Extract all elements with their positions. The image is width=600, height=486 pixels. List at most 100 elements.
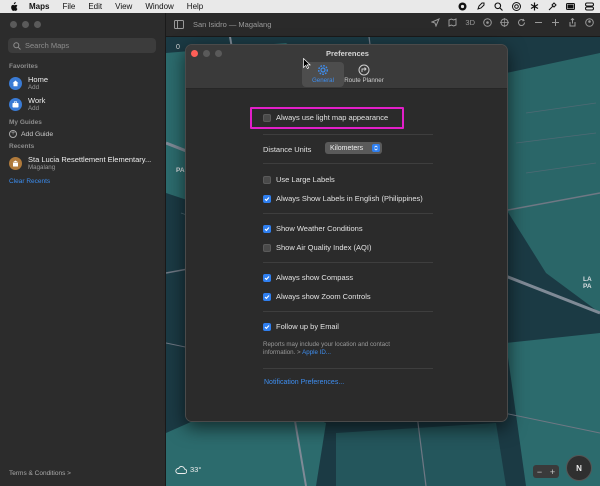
apple-menu-icon[interactable] <box>9 1 20 12</box>
look-around-icon[interactable] <box>483 18 492 27</box>
apple-id-link[interactable]: Apple ID... <box>302 349 331 356</box>
weather-checkbox[interactable] <box>263 224 271 233</box>
route-icon <box>358 64 370 76</box>
tracking-icon[interactable] <box>500 18 509 27</box>
zoom-checkbox[interactable] <box>263 292 271 301</box>
favorite-subtitle: Add <box>28 105 40 112</box>
menu-app-maps[interactable]: Maps <box>29 2 49 11</box>
lifebuoy-icon[interactable] <box>512 2 521 11</box>
compass-button[interactable]: N <box>566 455 592 481</box>
menu-bar: Maps File Edit View Window Help <box>0 0 600 13</box>
zoom-out-button[interactable]: − <box>537 467 542 477</box>
location-arrow-icon[interactable] <box>431 18 441 27</box>
divider <box>263 213 433 214</box>
chevron-updown-icon <box>372 144 380 152</box>
aqi-checkbox[interactable] <box>263 243 271 252</box>
menu-file[interactable]: File <box>62 2 75 11</box>
aqi-label: Show Air Quality Index (AQI) <box>276 243 372 252</box>
english-labels-checkbox[interactable] <box>263 194 271 203</box>
reload-icon[interactable] <box>517 18 526 27</box>
mouse-cursor-icon <box>303 58 311 69</box>
tab-route-planner-label: Route Planner <box>344 77 384 84</box>
3d-button[interactable]: 3D <box>465 18 475 27</box>
map-label-pa: PA <box>176 167 185 174</box>
sidebar-toggle-icon[interactable] <box>174 20 184 29</box>
weather-option[interactable]: Show Weather Conditions <box>263 224 363 233</box>
briefcase-icon <box>9 97 22 111</box>
divider <box>263 134 433 135</box>
checkmark-icon <box>264 196 270 201</box>
search-icon[interactable] <box>494 2 503 11</box>
close-button[interactable] <box>10 21 17 28</box>
weather-temp: 33° <box>190 465 202 474</box>
aqi-option[interactable]: Show Air Quality Index (AQI) <box>263 243 371 252</box>
compass-checkbox[interactable] <box>263 273 271 282</box>
large-labels-label: Use Large Labels <box>276 175 335 184</box>
divider <box>263 163 433 164</box>
recent-item[interactable]: Sta Lucia Resettlement Elementary... Mag… <box>9 155 151 171</box>
preferences-window: Preferences General Route Planner <box>185 44 508 422</box>
large-labels-checkbox[interactable] <box>263 175 271 184</box>
compass-option[interactable]: Always show Compass <box>263 273 353 282</box>
map-tools: 3D <box>431 18 594 27</box>
battery-icon[interactable] <box>566 2 576 11</box>
favorite-home[interactable]: Home Add <box>9 75 48 91</box>
weather-label: Show Weather Conditions <box>276 224 363 233</box>
asterisk-icon[interactable] <box>530 2 539 11</box>
recents-header: Recents <box>9 143 35 150</box>
zoom-out-icon[interactable] <box>534 18 543 27</box>
favorite-work[interactable]: Work Add <box>9 96 45 112</box>
map-title: San Isidro — Magalang <box>193 20 272 29</box>
followup-label: Follow up by Email <box>276 322 339 331</box>
map-label-zero: 0 <box>176 44 180 51</box>
large-labels-option[interactable]: Use Large Labels <box>263 175 335 184</box>
tools-icon[interactable] <box>548 2 557 11</box>
minimize-button[interactable] <box>22 21 29 28</box>
preferences-content <box>186 89 507 421</box>
home-icon <box>9 76 22 90</box>
notification-preferences-link[interactable]: Notification Preferences... <box>264 379 344 386</box>
tab-route-planner[interactable]: Route Planner <box>339 62 389 87</box>
status-icons <box>458 0 594 13</box>
school-icon <box>9 156 22 170</box>
menu-edit[interactable]: Edit <box>88 2 102 11</box>
share-icon[interactable] <box>568 18 577 27</box>
weather-badge[interactable]: 33° <box>175 465 201 474</box>
add-guide-button[interactable]: + Add Guide <box>9 130 53 138</box>
screen: Maps File Edit View Window Help Search M… <box>0 0 600 486</box>
distance-units-select[interactable]: Kilometers <box>325 142 382 154</box>
menu-view[interactable]: View <box>115 2 132 11</box>
guides-header: My Guides <box>9 119 42 126</box>
terms-link[interactable]: Terms & Conditions > <box>9 470 71 477</box>
zoom-in-icon[interactable] <box>551 18 560 27</box>
cloud-icon <box>175 465 187 474</box>
rocket-icon[interactable] <box>476 2 485 11</box>
map-mode-icon[interactable] <box>448 18 457 27</box>
recent-title: Sta Lucia Resettlement Elementary... <box>28 155 152 164</box>
report-note: Reports may include your location and co… <box>263 341 423 357</box>
zoom-in-button[interactable]: + <box>550 467 555 477</box>
map-toolbar: San Isidro — Magalang 3D <box>166 13 600 37</box>
zoom-option[interactable]: Always show Zoom Controls <box>263 292 371 301</box>
control-center-icon[interactable] <box>585 2 594 11</box>
compass-label: Always show Compass <box>276 273 354 282</box>
search-icon <box>13 41 21 50</box>
preferences-title: Preferences <box>326 49 369 58</box>
clear-recents-link[interactable]: Clear Recents <box>9 178 50 185</box>
search-placeholder: Search Maps <box>25 41 70 50</box>
zoom-controls: − + <box>533 465 559 478</box>
zoom-button[interactable] <box>34 21 41 28</box>
menu-window[interactable]: Window <box>145 2 173 11</box>
english-labels-option[interactable]: Always Show Labels in English (Philippin… <box>263 194 423 203</box>
highlight-box <box>250 107 404 129</box>
followup-checkbox[interactable] <box>263 322 271 331</box>
status-circle-icon[interactable] <box>458 2 467 11</box>
followup-option[interactable]: Follow up by Email <box>263 322 339 331</box>
search-input[interactable]: Search Maps <box>8 38 156 53</box>
menu-help[interactable]: Help <box>187 2 203 11</box>
account-icon[interactable] <box>585 18 594 27</box>
add-guide-label: Add Guide <box>21 130 54 138</box>
favorite-title: Work <box>28 96 46 105</box>
divider <box>263 311 433 312</box>
zoom-label: Always show Zoom Controls <box>276 292 371 301</box>
